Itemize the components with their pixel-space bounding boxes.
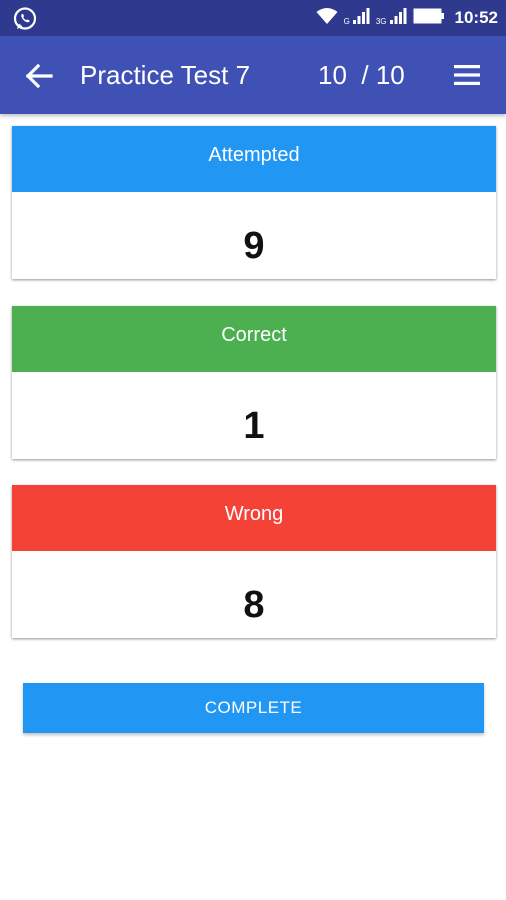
- attempted-count: 9: [243, 225, 265, 267]
- whatsapp-icon: [12, 6, 38, 37]
- app-bar: Practice Test 7 10 / 10: [0, 36, 506, 114]
- status-time: 10:52: [454, 8, 498, 27]
- correct-count: 1: [243, 405, 265, 447]
- signal-icon: [389, 7, 407, 30]
- question-counter: 10 / 10: [318, 60, 405, 90]
- wrong-count: 8: [243, 584, 265, 626]
- wrong-card: Wrong 8: [12, 485, 496, 638]
- wifi-icon: [316, 7, 338, 30]
- correct-card: Correct 1: [12, 306, 496, 459]
- page-title: Practice Test 7: [80, 60, 251, 90]
- attempted-label: Attempted: [12, 126, 496, 192]
- complete-button[interactable]: COMPLETE: [23, 683, 484, 733]
- battery-icon: [413, 8, 445, 29]
- menu-icon[interactable]: [452, 61, 482, 89]
- wrong-label: Wrong: [12, 485, 496, 551]
- attempted-card: Attempted 9: [12, 126, 496, 279]
- network-type-label: G: [343, 17, 350, 26]
- signal-icon: [352, 7, 370, 30]
- correct-label: Correct: [12, 306, 496, 372]
- back-arrow-icon[interactable]: [24, 60, 56, 92]
- network-type-label: 3G: [375, 17, 387, 26]
- status-bar: G 3G 10:52: [0, 0, 506, 36]
